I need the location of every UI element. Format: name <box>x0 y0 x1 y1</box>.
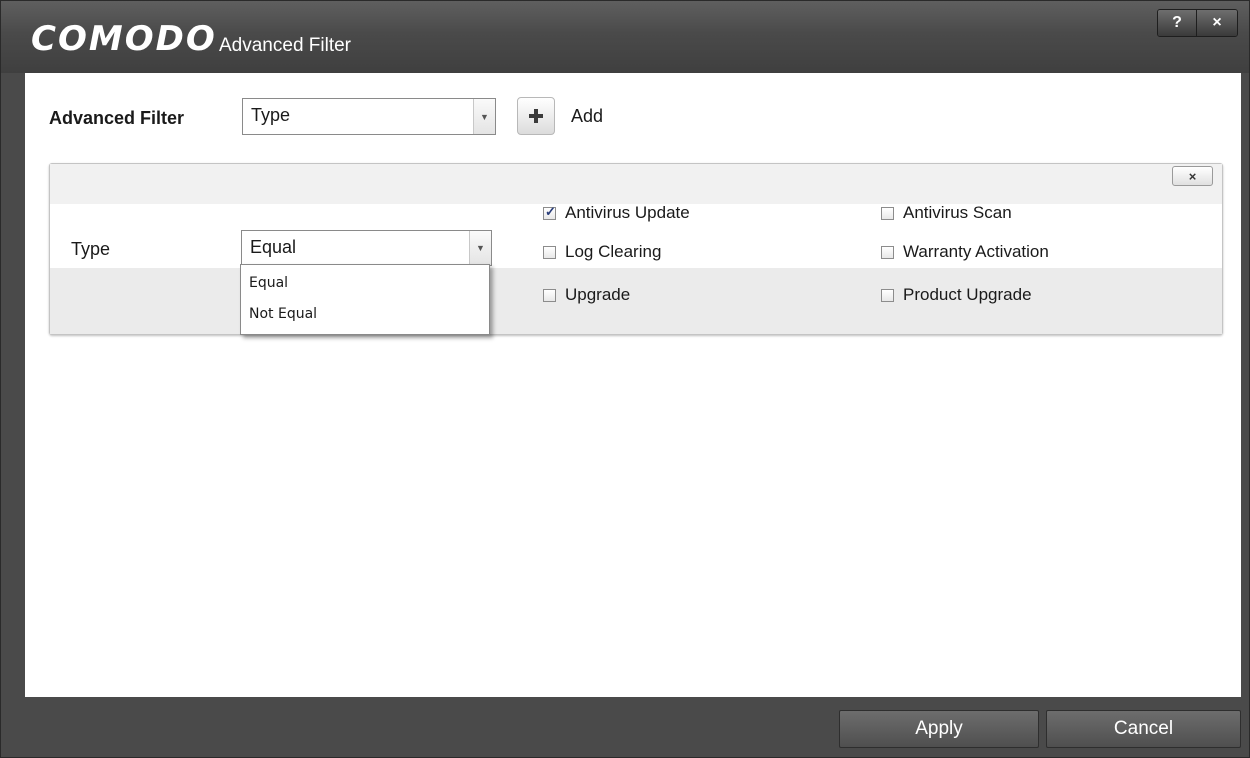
checkbox-unchecked-icon[interactable] <box>881 288 894 302</box>
panel-header-band <box>50 164 1222 204</box>
checkbox-unchecked-icon[interactable] <box>881 206 894 220</box>
panel-row-band <box>50 268 1222 334</box>
checkbox-product-upgrade[interactable]: Product Upgrade <box>881 285 1032 305</box>
help-button[interactable]: ? <box>1158 10 1196 36</box>
checkbox-log-clearing[interactable]: Log Clearing <box>543 242 661 262</box>
checkbox-unchecked-icon[interactable] <box>543 288 556 302</box>
checkbox-unchecked-icon[interactable] <box>881 245 894 259</box>
close-window-button[interactable]: × <box>1196 10 1237 36</box>
checkbox-label: Upgrade <box>565 285 631 304</box>
cancel-button[interactable]: Cancel <box>1046 710 1241 748</box>
add-filter-button[interactable] <box>517 97 555 135</box>
checkbox-checked-icon[interactable] <box>543 204 556 220</box>
dropdown-option[interactable]: Equal <box>249 275 288 291</box>
dropdown-option[interactable]: Not Equal <box>249 306 317 322</box>
filter-type-value: Type <box>251 105 291 125</box>
operator-dropdown-list: Equal Not Equal <box>240 264 490 335</box>
checkbox-upgrade[interactable]: Upgrade <box>543 285 630 305</box>
advanced-filter-dialog: COMODO Advanced Filter ? × Advanced Filt… <box>0 0 1250 758</box>
checkbox-label: Log Clearing <box>565 242 662 261</box>
window-title: Advanced Filter <box>219 35 352 56</box>
remove-condition-button[interactable]: × <box>1172 166 1213 186</box>
advanced-filter-label: Advanced Filter <box>49 108 185 128</box>
operator-select[interactable]: Equal ▼ <box>241 230 492 266</box>
chevron-down-icon[interactable]: ▼ <box>469 231 491 265</box>
checkbox-label: Warranty Activation <box>903 242 1049 261</box>
checkbox-unchecked-icon[interactable] <box>543 245 556 259</box>
checkbox-antivirus-scan[interactable]: Antivirus Scan <box>881 203 1012 223</box>
filter-type-select[interactable]: Type ▼ <box>242 98 496 135</box>
checkbox-label: Antivirus Update <box>565 203 690 222</box>
checkbox-label: Antivirus Scan <box>903 203 1012 222</box>
comodo-logo: COMODO <box>31 19 217 59</box>
plus-icon <box>529 109 543 123</box>
add-filter-label[interactable]: Add <box>571 106 603 127</box>
condition-field-label: Type <box>71 239 111 259</box>
operator-value: Equal <box>250 237 297 257</box>
chevron-down-icon[interactable]: ▼ <box>473 99 495 134</box>
dialog-content: Advanced Filter Type ▼ Add × Type Equal … <box>25 73 1241 697</box>
title-bar: COMODO Advanced Filter ? × <box>1 1 1249 73</box>
filter-condition-panel: × Type Equal ▼ Antivirus Update Antiviru… <box>49 163 1223 335</box>
checkbox-antivirus-update[interactable]: Antivirus Update <box>543 203 690 223</box>
apply-button[interactable]: Apply <box>839 710 1039 748</box>
checkbox-label: Product Upgrade <box>903 285 1032 304</box>
checkbox-warranty-activation[interactable]: Warranty Activation <box>881 242 1049 262</box>
window-controls: ? × <box>1157 9 1238 37</box>
